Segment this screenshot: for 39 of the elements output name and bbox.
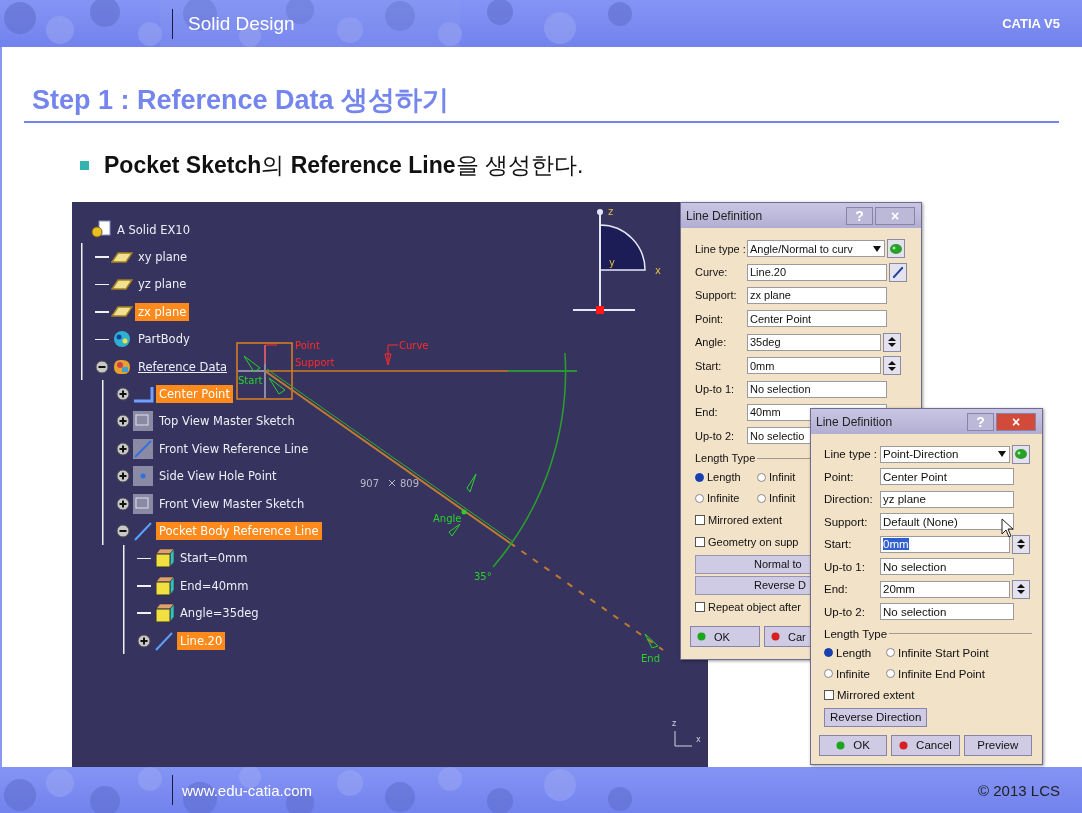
field-label: Start: [695, 359, 723, 372]
dialog-title: Line Definition [686, 208, 763, 223]
field-label: Line type : [695, 242, 746, 255]
section-title: Solid Design [188, 12, 295, 35]
field-label: Point: [824, 470, 855, 483]
canvas-label: Support [295, 357, 335, 368]
axis-label: x [696, 735, 701, 744]
canvas-label: Start [238, 375, 263, 386]
field-label: Line type : [824, 448, 879, 461]
field-label: Up-to 1: [695, 383, 736, 396]
field-label: Direction: [824, 493, 874, 506]
group-label: Length Type [695, 452, 756, 464]
field-label: Start: [824, 538, 853, 551]
field-label: Support: [824, 515, 869, 528]
field-label: Angle: [695, 336, 728, 349]
field-label: End: [695, 406, 719, 419]
copyright-text: © 2013 LCS [978, 781, 1060, 799]
field-label: Support: [695, 289, 738, 302]
field-label: Point: [695, 312, 725, 325]
field-label: Curve: [695, 266, 729, 279]
product-name: CATIA V5 [1002, 16, 1060, 31]
slide-title: Step 1 : Reference Data 생성하기 [24, 83, 1059, 123]
axis-label: z [608, 206, 614, 217]
field-label: Up-to 1: [824, 560, 866, 573]
axis-label: x [655, 265, 661, 276]
field-label: Up-to 2: [695, 429, 736, 442]
canvas-label: Curve [399, 340, 429, 351]
canvas-label: End [641, 653, 660, 664]
canvas-label: Angle [433, 513, 462, 524]
field-label: End: [824, 583, 849, 596]
field-label: Up-to 2: [824, 605, 866, 618]
canvas-label: 35° [474, 571, 492, 582]
axis-label: y [609, 257, 615, 268]
bullet-text: Pocket Sketch의 Reference Line을 생성한다. [104, 151, 584, 179]
axis-label: z [672, 719, 677, 728]
dialog-title: Line Definition [816, 414, 893, 429]
canvas-label: Point [295, 340, 320, 351]
canvas-label: 809 [400, 478, 420, 489]
canvas-label: 907 [360, 478, 380, 489]
